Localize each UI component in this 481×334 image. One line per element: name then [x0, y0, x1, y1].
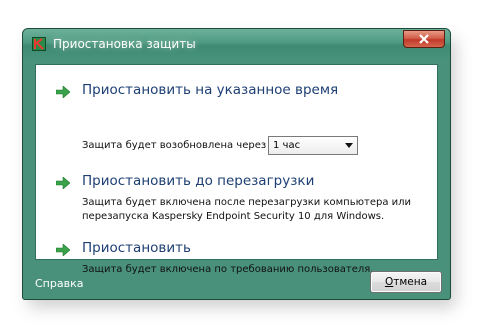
green-arrow-icon	[56, 244, 70, 256]
window-title: Приостановка защиты	[53, 37, 196, 51]
option-title[interactable]: Приостановить до перезагрузки	[82, 173, 314, 189]
close-button[interactable]	[403, 30, 445, 48]
cancel-button-accesskey: О	[384, 276, 394, 288]
option-title[interactable]: Приостановить на указанное время	[82, 82, 338, 98]
help-link[interactable]: Справка	[35, 277, 83, 290]
close-icon	[419, 34, 429, 44]
option-description-line2: перезапуска Kaspersky Endpoint Security …	[82, 211, 385, 222]
options-panel: Приостановить на указанное время Защита …	[35, 64, 438, 275]
dialog-window: Приостановка защиты Приостановить на ука…	[22, 28, 451, 300]
green-arrow-icon	[56, 86, 70, 98]
green-arrow-icon	[56, 177, 70, 189]
title-bar[interactable]: Приостановка защиты	[23, 29, 450, 59]
option-description: Защита будет включена по требованию поль…	[82, 264, 374, 275]
chevron-down-icon	[345, 143, 353, 148]
option-description-line1: Защита будет включена после перезагрузки…	[82, 197, 412, 208]
duration-select-value: 1 час	[273, 140, 301, 151]
option-description: Защита будет возобновлена через	[82, 140, 267, 151]
kaspersky-app-icon	[32, 37, 46, 51]
option-title[interactable]: Приостановить	[82, 240, 191, 256]
cancel-button[interactable]: Отмена	[370, 271, 442, 293]
cancel-button-label: тмена	[393, 276, 428, 288]
duration-select[interactable]: 1 час	[268, 136, 358, 155]
